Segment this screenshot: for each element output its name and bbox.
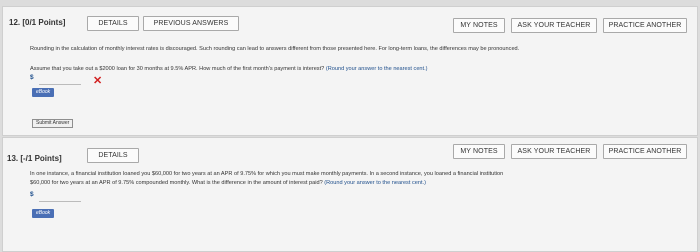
ask-teacher-button[interactable]: ASK YOUR TEACHER	[511, 144, 597, 159]
rounding-hint: (Round your answer to the nearest cent.)	[325, 66, 428, 72]
question-prompt: Assume that you take out a $2000 loan fo…	[30, 66, 325, 72]
rounding-note: Rounding in the calculation of monthly i…	[30, 46, 520, 52]
ebook-button[interactable]: eBook	[32, 88, 55, 97]
rounding-hint: (Round your answer to the nearest cent.)	[324, 180, 426, 186]
previous-answers-button[interactable]: PREVIOUS ANSWERS	[143, 16, 239, 31]
question-prompt: $60,000 for two years at an APR of 9.75%…	[30, 180, 323, 186]
question-12-panel: 12. [0/1 Points] DETAILS PREVIOUS ANSWER…	[2, 6, 698, 136]
question-text-line-1: In one instance, a financial institution…	[30, 171, 504, 177]
question-text-line-2: $60,000 for two years at an APR of 9.75%…	[30, 180, 690, 186]
answer-input[interactable]	[39, 74, 81, 85]
submit-answer-button[interactable]: Submit Answer	[32, 119, 74, 128]
x-mark-icon: ✕	[93, 75, 103, 87]
details-button[interactable]: DETAILS	[87, 148, 139, 163]
question-number: 13. [-/1 Points]	[7, 154, 62, 163]
practice-another-button[interactable]: PRACTICE ANOTHER	[603, 18, 687, 33]
details-button[interactable]: DETAILS	[87, 16, 139, 31]
answer-input[interactable]	[39, 191, 81, 202]
question-number: 12. [0/1 Points]	[9, 18, 66, 27]
ebook-button[interactable]: eBook	[32, 209, 55, 218]
currency-symbol: $	[30, 191, 34, 198]
currency-symbol: $	[30, 74, 34, 81]
my-notes-button[interactable]: MY NOTES	[453, 144, 505, 159]
my-notes-button[interactable]: MY NOTES	[453, 18, 505, 33]
practice-another-button[interactable]: PRACTICE ANOTHER	[603, 144, 687, 159]
question-text: Assume that you take out a $2000 loan fo…	[30, 66, 690, 72]
question-13-panel: 13. [-/1 Points] DETAILS MY NOTES ASK YO…	[2, 137, 698, 252]
ask-teacher-button[interactable]: ASK YOUR TEACHER	[511, 18, 597, 33]
